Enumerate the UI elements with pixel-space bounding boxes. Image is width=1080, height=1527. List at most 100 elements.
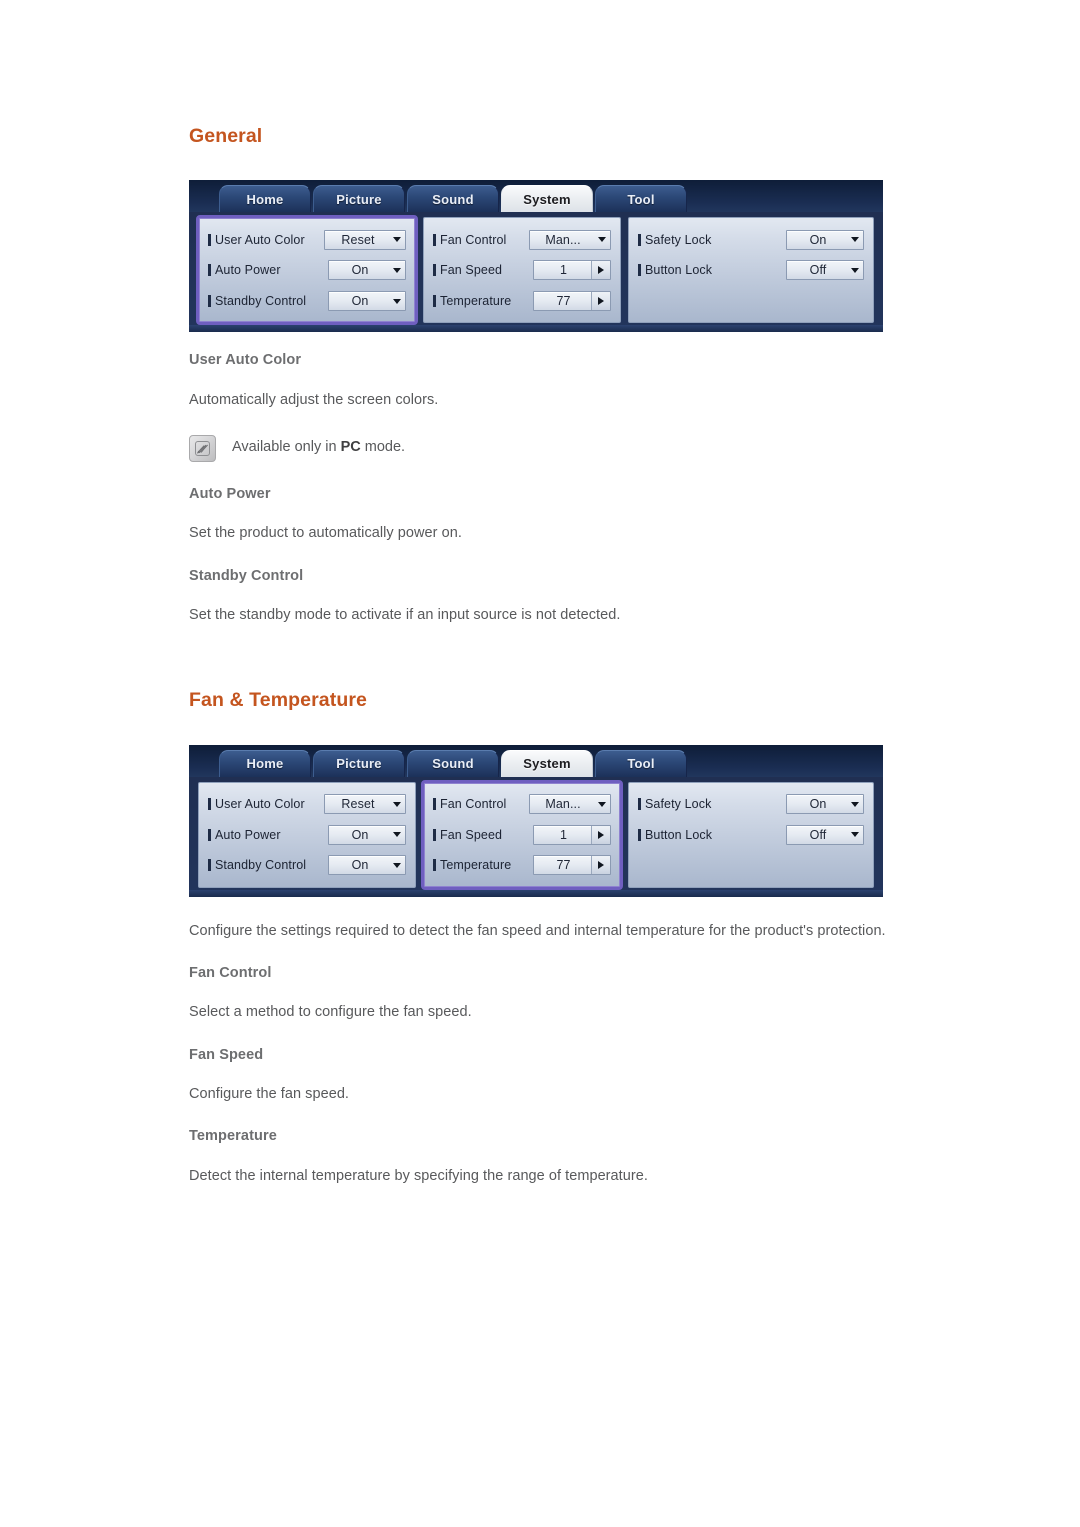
setting-label: Fan Control [440, 797, 507, 812]
osd-settings-body: User Auto Color Reset Auto Power On Standby … [189, 776, 883, 897]
setting-value: On [351, 858, 369, 873]
dropdown-fan-control[interactable]: Man... [529, 794, 611, 815]
stepper-temperature[interactable]: 77 [533, 291, 611, 312]
setting-value: 1 [559, 263, 568, 278]
triangle-down-icon [598, 237, 606, 243]
stepper-temperature[interactable]: 77 [533, 855, 611, 876]
triangle-down-icon [393, 298, 401, 304]
dropdown-user-auto-color[interactable]: Reset [324, 229, 406, 250]
dropdown-standby-control[interactable]: On [328, 855, 406, 876]
note-text-emphasis: PC [340, 439, 361, 456]
tab-home[interactable]: Home [219, 749, 311, 777]
setting-label: Auto Power [215, 827, 281, 842]
row-marker-icon [208, 859, 211, 872]
stepper-next-button[interactable] [591, 825, 610, 844]
chevron-down-icon[interactable] [389, 261, 405, 279]
stepper-next-button[interactable] [591, 856, 610, 875]
sub-heading: Fan Speed [189, 1046, 264, 1063]
osd-spacer [189, 897, 989, 917]
chevron-down-icon[interactable] [389, 795, 405, 813]
tab-system[interactable]: System [501, 185, 593, 213]
setting-label: Fan Speed [440, 827, 503, 842]
row-marker-icon [208, 233, 211, 246]
dropdown-safety-lock[interactable]: On [786, 794, 864, 815]
dropdown-button-lock[interactable]: Off [786, 824, 864, 845]
chevron-down-icon[interactable] [389, 826, 405, 844]
stepper-next-button[interactable] [591, 261, 610, 280]
triangle-down-icon [598, 801, 606, 807]
setting-row: Auto Power On [208, 255, 406, 286]
sub-heading: Temperature [189, 1128, 277, 1145]
tab-system[interactable]: System [501, 749, 593, 777]
setting-row: Button Lock Off [638, 255, 864, 286]
row-marker-icon [433, 264, 436, 277]
osd-panel-footer [189, 889, 883, 897]
chevron-down-icon[interactable] [594, 231, 610, 249]
osd-spacer [189, 332, 989, 352]
stepper-fan-speed[interactable]: 1 [533, 824, 611, 845]
tab-tool[interactable]: Tool [595, 185, 687, 213]
body-paragraph: Detect the internal temperature by speci… [189, 1167, 648, 1184]
setting-value: Man... [545, 797, 581, 812]
body-paragraph: Select a method to configure the fan spe… [189, 1004, 472, 1021]
row-marker-icon [208, 828, 211, 841]
osd-tab-bar: Home Picture Sound System Tool [189, 744, 883, 777]
setting-label: User Auto Color [215, 797, 305, 812]
osd-tab-bar: Home Picture Sound System Tool [189, 180, 883, 213]
chevron-down-icon[interactable] [389, 292, 405, 310]
empty-row [638, 850, 864, 881]
setting-row: Fan Control Man... [433, 224, 611, 255]
setting-value: On [809, 232, 827, 247]
chevron-down-icon[interactable] [389, 856, 405, 874]
setting-row: Standby Control On [208, 286, 406, 317]
note-text-before: Available only in [232, 439, 341, 456]
tab-home[interactable]: Home [219, 185, 311, 213]
row-marker-icon [638, 828, 641, 841]
chevron-down-icon[interactable] [847, 231, 863, 249]
body-paragraph: Automatically adjust the screen colors. [189, 391, 439, 408]
triangle-down-icon [393, 801, 401, 807]
chevron-down-icon[interactable] [847, 795, 863, 813]
tab-sound[interactable]: Sound [407, 749, 499, 777]
setting-label: Auto Power [215, 263, 281, 278]
chevron-down-icon[interactable] [594, 795, 610, 813]
chevron-down-icon[interactable] [389, 231, 405, 249]
chevron-down-icon[interactable] [847, 826, 863, 844]
body-paragraph: Configure the fan speed. [189, 1086, 350, 1103]
setting-value: Off [809, 263, 827, 278]
row-marker-icon [433, 828, 436, 841]
stepper-fan-speed[interactable]: 1 [533, 260, 611, 281]
setting-row: Button Lock Off [638, 819, 864, 850]
osd-column-2: Fan Control Man... Fan Speed 1 Temperature 77 [423, 217, 621, 324]
text-spacer [189, 370, 989, 386]
dropdown-button-lock[interactable]: Off [786, 260, 864, 281]
heading-spacer [189, 713, 989, 745]
dropdown-user-auto-color[interactable]: Reset [324, 794, 406, 815]
text-spacer [189, 945, 989, 965]
setting-label: Safety Lock [645, 232, 712, 247]
heading-spacer [189, 148, 989, 180]
page-content: General Home Picture Sound System Tool User Au… [189, 125, 989, 1210]
stepper-next-button[interactable] [591, 292, 610, 311]
setting-row: Temperature 77 [433, 850, 611, 881]
osd-panel: Home Picture Sound System Tool User Auto Colo… [189, 180, 883, 333]
dropdown-standby-control[interactable]: On [328, 291, 406, 312]
dropdown-fan-control[interactable]: Man... [529, 229, 611, 250]
tab-picture[interactable]: Picture [313, 185, 405, 213]
row-marker-icon [208, 798, 211, 811]
dropdown-safety-lock[interactable]: On [786, 229, 864, 250]
tab-tool[interactable]: Tool [595, 749, 687, 777]
setting-row: Fan Speed 1 [433, 819, 611, 850]
dropdown-auto-power[interactable]: On [328, 824, 406, 845]
osd-panel-footer [189, 325, 883, 333]
setting-value: 77 [556, 858, 571, 873]
setting-value: 1 [559, 827, 568, 842]
setting-value: 77 [556, 294, 571, 309]
dropdown-auto-power[interactable]: On [328, 260, 406, 281]
setting-value: Reset [341, 232, 375, 247]
tab-picture[interactable]: Picture [313, 749, 405, 777]
tab-sound[interactable]: Sound [407, 185, 499, 213]
text-spacer [189, 548, 989, 568]
chevron-down-icon[interactable] [847, 261, 863, 279]
